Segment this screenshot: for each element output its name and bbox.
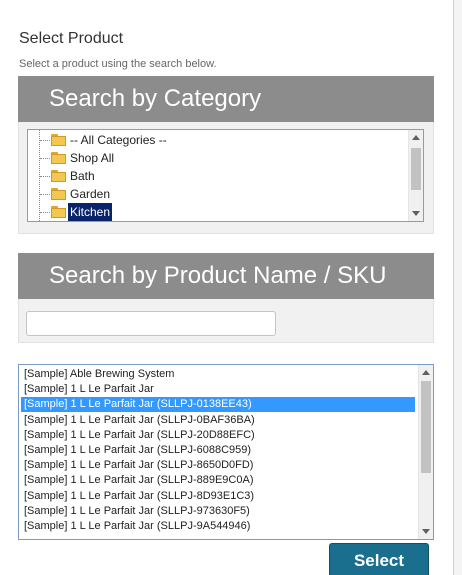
product-list-scrollbar[interactable] bbox=[418, 365, 433, 539]
select-product-dialog: Select Product Select a product using th… bbox=[0, 0, 454, 575]
category-tree-scrollbar[interactable] bbox=[408, 130, 423, 221]
product-list-item[interactable]: [Sample] 1 L Le Parfait Jar (SLLPJ-9A544… bbox=[21, 519, 415, 534]
page-scrollbar[interactable] bbox=[454, 0, 462, 575]
category-tree[interactable]: -- All Categories -- Shop All Bath Garden Ki… bbox=[27, 129, 424, 222]
product-list-item[interactable]: [Sample] 1 L Le Parfait Jar (SLLPJ-8D93E… bbox=[21, 489, 415, 504]
dialog-title: Select Product bbox=[19, 30, 124, 47]
tree-branch-line bbox=[40, 158, 50, 159]
tree-branch-line bbox=[40, 212, 50, 213]
product-list-item[interactable]: [Sample] 1 L Le Parfait Jar (SLLPJ-0BAF3… bbox=[21, 413, 415, 428]
scroll-up-arrow-icon[interactable] bbox=[422, 370, 430, 375]
category-tree-scroll-thumb[interactable] bbox=[411, 148, 421, 190]
category-tree-item-label: -- All Categories -- bbox=[70, 133, 167, 147]
scroll-down-arrow-icon[interactable] bbox=[422, 529, 430, 534]
product-list-item[interactable]: [Sample] 1 L Le Parfait Jar bbox=[21, 382, 415, 397]
folder-icon bbox=[51, 170, 66, 182]
category-tree-item-label: Garden bbox=[70, 187, 111, 201]
product-name-sku-input[interactable] bbox=[26, 311, 276, 336]
category-tree-item-label: Shop All bbox=[70, 151, 115, 165]
category-search-header: Search by Category bbox=[18, 76, 434, 122]
folder-icon bbox=[51, 152, 66, 164]
tree-branch-line bbox=[40, 176, 50, 177]
folder-icon bbox=[51, 206, 66, 218]
tree-branch-line bbox=[40, 194, 50, 195]
category-tree-item[interactable]: Kitchen bbox=[28, 203, 398, 221]
select-button[interactable]: Select bbox=[329, 543, 429, 575]
scroll-down-arrow-icon[interactable] bbox=[412, 211, 420, 216]
folder-icon bbox=[51, 188, 66, 200]
product-list-item[interactable]: [Sample] 1 L Le Parfait Jar (SLLPJ-20D88… bbox=[21, 428, 415, 443]
product-list-item[interactable]: [Sample] 1 L Le Parfait Jar (SLLPJ-8650D… bbox=[21, 458, 415, 473]
product-listbox[interactable]: [Sample] Able Brewing System [Sample] 1 L… bbox=[18, 364, 434, 540]
scroll-up-arrow-icon[interactable] bbox=[412, 135, 420, 140]
product-list-item[interactable]: [Sample] 1 L Le Parfait Jar (SLLPJ-889E9… bbox=[21, 473, 415, 488]
product-list-item[interactable]: [Sample] Able Brewing System bbox=[21, 367, 415, 382]
category-tree-item[interactable]: Bath bbox=[28, 167, 398, 185]
dialog-subtitle: Select a product using the search below. bbox=[19, 58, 217, 70]
tree-branch-line bbox=[40, 140, 50, 141]
category-tree-item[interactable]: -- All Categories -- bbox=[28, 131, 398, 149]
product-list-scroll-thumb[interactable] bbox=[421, 381, 431, 473]
product-list-item[interactable]: [Sample] 1 L Le Parfait Jar (SLLPJ-0138E… bbox=[21, 397, 415, 413]
product-list-item[interactable]: [Sample] 1 L Le Parfait Jar (SLLPJ-6088C… bbox=[21, 443, 415, 458]
category-tree-item-label: Bath bbox=[70, 169, 95, 183]
category-tree-item[interactable]: Garden bbox=[28, 185, 398, 203]
product-list-item[interactable]: [Sample] 1 L Le Parfait Jar (SLLPJ-97363… bbox=[21, 504, 415, 519]
name-search-header: Search by Product Name / SKU bbox=[18, 253, 434, 299]
category-tree-item[interactable]: Shop All bbox=[28, 149, 398, 167]
folder-icon bbox=[51, 134, 66, 146]
category-tree-item-label: Kitchen bbox=[68, 203, 113, 221]
